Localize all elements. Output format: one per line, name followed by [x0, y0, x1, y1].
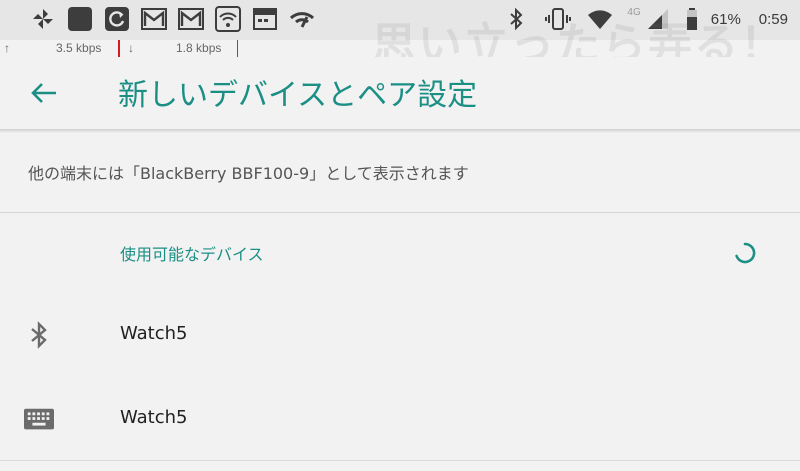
- net-speed-meter: ↑ 3.5 kbps ↓ 1.8 kbps: [0, 40, 800, 57]
- download-speed: 1.8 kbps: [176, 41, 222, 55]
- calendar-icon: [250, 6, 280, 32]
- keyboard-icon: [24, 404, 54, 434]
- divider: [0, 212, 800, 213]
- wifi-lock-icon: [213, 6, 243, 32]
- app-square-icon: [65, 6, 95, 32]
- clock: 0:59: [758, 10, 788, 28]
- app-bar: 新しいデバイスとペア設定: [0, 57, 800, 129]
- device-item[interactable]: Watch5: [0, 376, 800, 458]
- app-bar-shadow: [0, 129, 800, 133]
- mobile-signal-icon: [643, 6, 673, 32]
- device-name: Watch5: [120, 323, 188, 344]
- upload-marker: [118, 40, 120, 57]
- device-item[interactable]: Watch5: [0, 292, 800, 374]
- download-arrow-icon: ↓: [128, 41, 134, 55]
- pinwheel-icon: [28, 6, 58, 32]
- device-name: Watch5: [120, 407, 188, 428]
- bluetooth-icon: [501, 6, 531, 32]
- bluetooth-icon: [24, 320, 54, 350]
- list-divider: [0, 460, 800, 461]
- available-devices-header: 使用可能なデバイス: [120, 245, 264, 264]
- upload-speed: 3.5 kbps: [56, 41, 102, 55]
- notification-icons: [28, 6, 317, 32]
- status-bar: 4G 61% 0:59: [0, 0, 800, 40]
- upload-arrow-icon: ↑: [4, 41, 10, 55]
- signal-app-icon: [287, 6, 317, 32]
- battery-percent: 61%: [710, 10, 741, 28]
- vibrate-icon: [543, 6, 573, 32]
- download-marker: [237, 40, 238, 57]
- app-refresh-icon: [102, 6, 132, 32]
- loading-spinner-icon: [735, 242, 756, 264]
- arrow-back-icon: [31, 83, 56, 103]
- device-visibility-info: 他の端末には「BlackBerry BBF100-9」として表示されます: [28, 164, 469, 183]
- gmail-icon: [176, 6, 206, 32]
- page-title: 新しいデバイスとペア設定: [118, 78, 478, 113]
- back-button[interactable]: [24, 73, 64, 113]
- gmail-icon: [139, 6, 169, 32]
- wifi-icon: [585, 6, 615, 32]
- system-icons: 4G 61% 0:59: [501, 6, 788, 32]
- battery-icon: [685, 6, 699, 32]
- network-type: 4G: [627, 6, 641, 18]
